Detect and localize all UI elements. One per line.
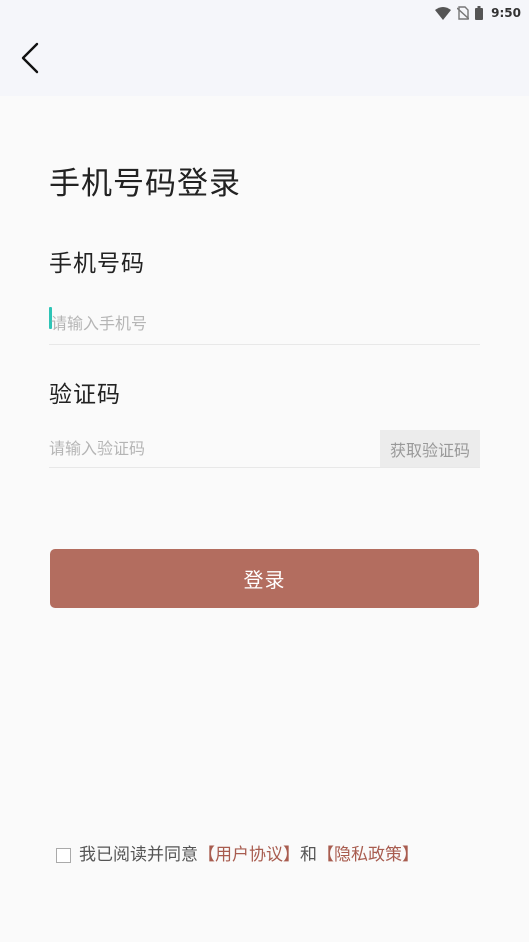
wifi-icon [435,6,452,20]
code-input[interactable] [49,430,379,467]
status-time: 9:50 [491,6,521,20]
agreement-conjunction: 和 [300,845,317,865]
code-input-row: 获取验证码 [49,430,480,468]
status-bar: 9:50 [0,0,529,26]
chevron-left-icon [20,42,40,78]
app-bar [0,26,529,96]
code-label: 验证码 [49,382,121,408]
page-title: 手机号码登录 [49,166,241,202]
phone-input-row [49,302,480,345]
login-button[interactable]: 登录 [50,549,479,608]
agreement-checkbox[interactable] [56,848,71,863]
phone-label: 手机号码 [49,251,145,277]
phone-input[interactable] [49,302,480,344]
back-button[interactable] [12,40,48,80]
no-sim-icon [457,6,470,20]
agreement-text: 我已阅读并同意【用户协议】和【隐私政策】 [56,843,436,867]
privacy-policy-link[interactable]: 【隐私政策】 [317,845,419,865]
agreement-prefix: 我已阅读并同意 [79,845,198,865]
battery-icon [475,6,484,20]
get-code-button[interactable]: 获取验证码 [380,430,480,467]
agreement: 我已阅读并同意【用户协议】和【隐私政策】 [56,843,436,867]
user-agreement-link[interactable]: 【用户协议】 [198,845,300,865]
